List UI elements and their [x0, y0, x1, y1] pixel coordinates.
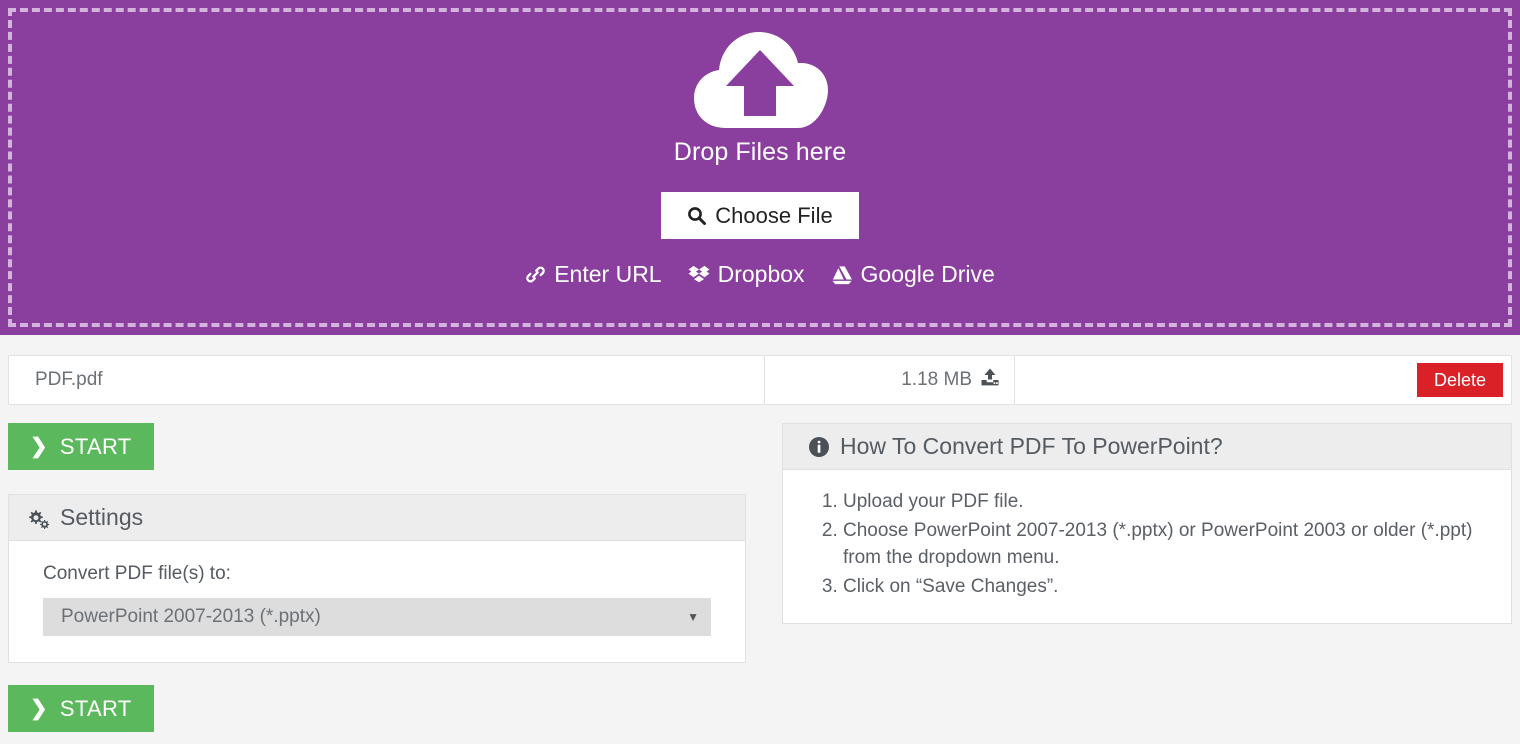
left-column: ❯ START Settings Convert PDF file(s) to:…: [8, 423, 746, 663]
chevron-right-icon: ❯: [30, 435, 48, 458]
upload-icon: [980, 367, 1000, 393]
convert-to-label: Convert PDF file(s) to:: [43, 563, 231, 584]
chevron-right-icon: ❯: [30, 697, 48, 720]
cogs-icon: [26, 507, 50, 529]
start-label-top: START: [59, 433, 132, 459]
google-drive-icon: [831, 265, 853, 285]
howto-steps: Upload your PDF file. Choose PowerPoint …: [809, 488, 1485, 600]
start-label-bottom: START: [59, 695, 132, 721]
howto-panel-body: Upload your PDF file. Choose PowerPoint …: [783, 470, 1511, 623]
file-dropzone[interactable]: Drop Files here Choose File Enter URL Dr…: [0, 0, 1520, 335]
delete-button[interactable]: Delete: [1416, 363, 1503, 397]
file-size: 1.18 MB: [901, 369, 972, 390]
dropbox-label: Dropbox: [717, 261, 805, 287]
file-size-cell: 1.18 MB: [765, 356, 1015, 404]
caret-down-icon: ▼: [687, 610, 699, 624]
output-format-select[interactable]: PowerPoint 2007-2013 (*.pptx) ▼: [43, 598, 711, 636]
cloud-upload-icon: [690, 24, 830, 132]
howto-title: How To Convert PDF To PowerPoint?: [840, 433, 1223, 459]
google-drive-link[interactable]: Google Drive: [831, 261, 995, 288]
main-columns: ❯ START Settings Convert PDF file(s) to:…: [8, 423, 1512, 663]
choose-file-button[interactable]: Choose File: [661, 192, 859, 239]
google-drive-label: Google Drive: [860, 261, 995, 287]
output-format-value: PowerPoint 2007-2013 (*.pptx): [61, 606, 321, 627]
enter-url-link[interactable]: Enter URL: [525, 261, 662, 288]
list-item: Choose PowerPoint 2007-2013 (*.pptx) or …: [843, 517, 1485, 572]
settings-title: Settings: [60, 504, 144, 530]
choose-file-label: Choose File: [715, 202, 833, 228]
list-item: Upload your PDF file.: [843, 488, 1485, 516]
file-name: PDF.pdf: [35, 369, 103, 390]
search-icon: [687, 206, 707, 225]
start-button-top[interactable]: ❯ START: [8, 423, 154, 470]
howto-panel-header: How To Convert PDF To PowerPoint?: [783, 424, 1511, 470]
list-item: Click on “Save Changes”.: [843, 573, 1485, 601]
file-action-cell: Delete: [1015, 356, 1511, 404]
uploaded-file-row: PDF.pdf 1.18 MB Delete: [8, 355, 1512, 405]
settings-panel-header: Settings: [9, 495, 745, 541]
settings-panel-body: Convert PDF file(s) to: PowerPoint 2007-…: [9, 541, 745, 662]
cloud-source-links: Enter URL Dropbox Google Drive: [525, 261, 995, 288]
bottom-start-container: ❯ START: [8, 685, 1512, 732]
link-icon: [525, 264, 546, 285]
dropbox-icon: [688, 265, 710, 285]
info-circle-icon: [808, 436, 830, 458]
enter-url-label: Enter URL: [554, 261, 662, 287]
start-button-bottom[interactable]: ❯ START: [8, 685, 154, 732]
file-name-cell: PDF.pdf: [9, 356, 765, 404]
drop-files-label: Drop Files here: [673, 138, 847, 166]
dropbox-link[interactable]: Dropbox: [688, 261, 805, 288]
howto-panel: How To Convert PDF To PowerPoint? Upload…: [782, 423, 1512, 625]
right-column: How To Convert PDF To PowerPoint? Upload…: [782, 423, 1512, 625]
settings-panel: Settings Convert PDF file(s) to: PowerPo…: [8, 494, 746, 663]
